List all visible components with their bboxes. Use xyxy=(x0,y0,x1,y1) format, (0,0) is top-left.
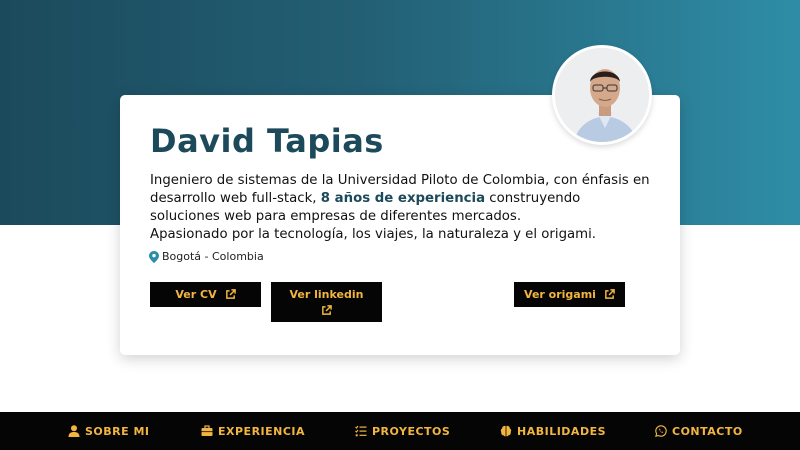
nav-label: PROYECTOS xyxy=(372,424,451,438)
view-origami-button[interactable]: Ver origami xyxy=(514,282,625,307)
nav-label: EXPERIENCIA xyxy=(218,424,306,438)
nav-item-sobre-mi[interactable]: SOBRE MI xyxy=(68,412,150,450)
brain-icon xyxy=(500,425,512,437)
location-text: Bogotá - Colombia xyxy=(162,250,264,263)
bottom-navigation: SOBRE MI EXPERIENCIA PROYECTOS HABILIDAD… xyxy=(0,412,800,450)
view-origami-label: Ver origami xyxy=(524,288,596,301)
nav-item-experiencia[interactable]: EXPERIENCIA xyxy=(201,412,305,450)
view-cv-button[interactable]: Ver CV xyxy=(150,282,261,307)
external-link-icon xyxy=(322,305,332,315)
nav-label: SOBRE MI xyxy=(85,424,150,438)
external-link-icon xyxy=(225,289,236,299)
external-link-icon xyxy=(605,289,615,299)
location: Bogotá - Colombia xyxy=(149,250,264,263)
nav-item-proyectos[interactable]: PROYECTOS xyxy=(355,412,450,450)
nav-item-habilidades[interactable]: HABILIDADES xyxy=(500,412,606,450)
avatar xyxy=(552,45,652,145)
whatsapp-icon xyxy=(655,425,667,437)
user-icon xyxy=(68,425,80,437)
nav-item-contacto[interactable]: CONTACTO xyxy=(655,412,743,450)
bio-highlight: 8 años de experiencia xyxy=(320,191,486,206)
briefcase-icon xyxy=(201,425,213,436)
view-cv-label: Ver CV xyxy=(175,288,217,301)
list-check-icon xyxy=(355,425,367,437)
view-linkedin-label: Ver linkedin xyxy=(289,288,364,301)
view-linkedin-button[interactable]: Ver linkedin xyxy=(271,282,382,322)
profile-name: David Tapias xyxy=(150,122,384,160)
bio-text-3: Apasionado por la tecnología, los viajes… xyxy=(150,227,597,242)
map-pin-icon xyxy=(149,250,159,263)
nav-label: HABILIDADES xyxy=(517,424,607,438)
profile-bio: Ingeniero de sistemas de la Universidad … xyxy=(150,172,650,244)
nav-label: CONTACTO xyxy=(672,424,743,438)
